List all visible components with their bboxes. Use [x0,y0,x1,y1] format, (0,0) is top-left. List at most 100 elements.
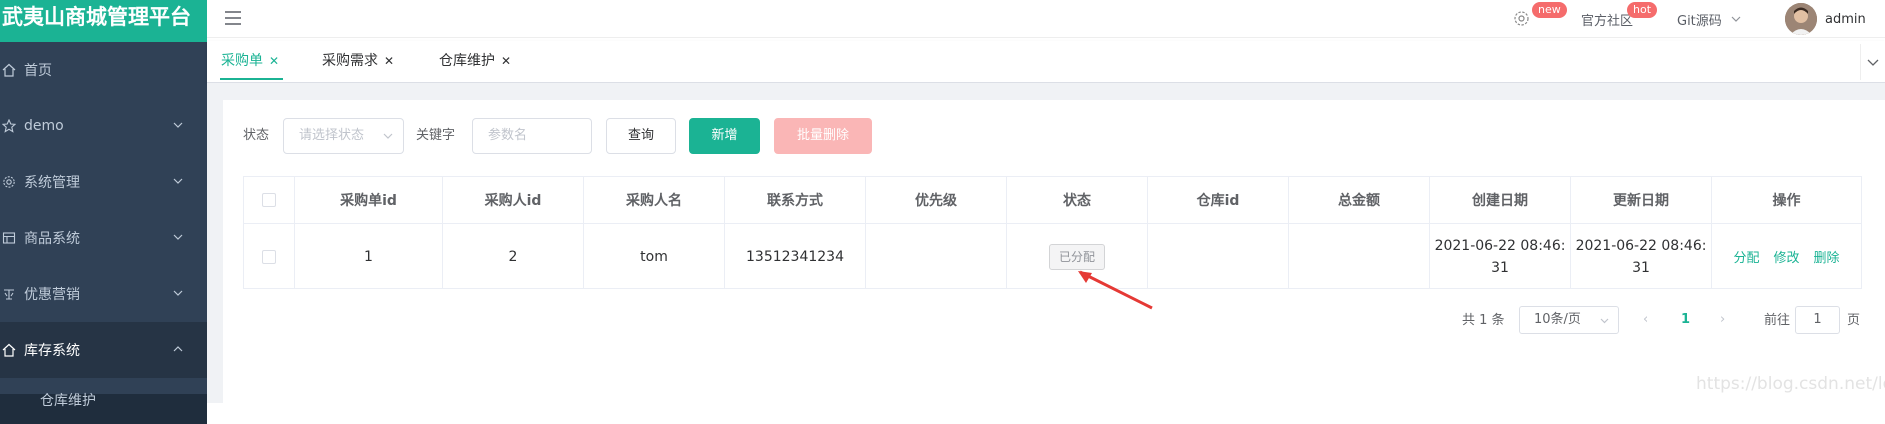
page-size-value: 10条/页 [1534,312,1581,327]
tab-purchase-demand[interactable]: 采购需求 ✕ [322,41,394,81]
cell-created-date: 2021-06-22 08:46: 31 [1430,224,1571,289]
sidebar-item-label: 优惠营销 [24,287,80,303]
add-button[interactable]: 新增 [689,118,760,154]
sidebar-subitem-warehouse[interactable]: 仓库维护 [0,394,207,424]
sidebar-item-label: 商品系统 [24,231,80,247]
watermark: https://blog.csdn.net/lovoo [1696,374,1885,394]
git-source-label: Git源码 [1677,13,1722,29]
chevron-down-icon [173,178,183,184]
home-icon [2,343,16,357]
cell-priority [866,224,1007,289]
grid-icon [2,231,16,245]
sidebar-item-label: 库存系统 [24,343,80,359]
edit-link[interactable]: 修改 [1773,247,1799,266]
tab-warehouse[interactable]: 仓库维护 ✕ [439,41,511,81]
tab-purchase-order[interactable]: 采购单 ✕ [221,41,279,81]
keyword-label: 关键字 [416,128,456,143]
cell-total [1289,224,1430,289]
sidebar-item-system[interactable]: 系统管理 [0,154,207,210]
cell-buyer-name: tom [584,224,725,289]
column-header[interactable]: 总金额 [1289,177,1430,224]
goto-page-input[interactable]: 1 [1795,306,1840,334]
sidebar: 武夷山商城管理平台 首页 demo 系统管理 商品系统 优惠营销 库存系统 仓库… [0,0,207,424]
star-icon [2,119,16,133]
page-suffix: 页 [1847,313,1861,328]
close-icon[interactable]: ✕ [384,54,394,68]
column-header[interactable]: 仓库id [1148,177,1289,224]
batch-delete-button[interactable]: 批量删除 [774,118,872,154]
goto-label: 前往 [1764,313,1791,328]
sidebar-item-label: 首页 [24,63,52,79]
keyword-input-placeholder: 参数名 [488,128,528,143]
community-link[interactable]: 官方社区 [1581,0,1633,38]
status-label: 状态 [243,128,270,143]
prev-page-button[interactable]: ‹ [1643,313,1648,327]
delete-link[interactable]: 删除 [1814,247,1840,266]
close-icon[interactable]: ✕ [501,54,511,68]
page-number-current[interactable]: 1 [1681,313,1690,327]
column-header[interactable]: 采购人名 [584,177,725,224]
hamburger-icon[interactable] [224,10,242,26]
sidebar-item-home[interactable]: 首页 [0,42,207,98]
annotation-arrow [1078,270,1153,310]
chevron-down-icon [173,122,183,128]
tab-label: 采购需求 [322,53,378,69]
pagination-total: 共 1 条 [1462,313,1505,328]
sidebar-item-inventory[interactable]: 库存系统 [0,322,207,378]
app-title: 武夷山商城管理平台 [0,0,207,42]
column-header[interactable]: 状态 [1007,177,1148,224]
close-icon[interactable]: ✕ [269,54,279,68]
home-icon [2,63,16,77]
cell-purchase-id: 1 [295,224,443,289]
page-size-select[interactable]: 10条/页 [1519,306,1619,334]
column-header[interactable]: 联系方式 [725,177,866,224]
keyword-input[interactable]: 参数名 [472,118,592,154]
tab-label: 采购单 [221,53,263,69]
gear-icon [2,175,16,189]
column-header[interactable]: 更新日期 [1571,177,1712,224]
cell-updated-date: 2021-06-22 08:46: 31 [1571,224,1712,289]
select-all-cell [244,177,295,224]
cell-warehouse-id [1148,224,1289,289]
column-header[interactable]: 采购单id [295,177,443,224]
next-page-button[interactable]: › [1720,313,1725,327]
row-checkbox[interactable] [262,249,276,264]
sidebar-item-label: demo [24,118,64,134]
active-tab-indicator [220,78,283,80]
created-date-line2: 31 [1491,259,1509,276]
avatar[interactable] [1785,3,1817,35]
status-select[interactable]: 请选择状态 [283,118,404,154]
select-all-checkbox[interactable] [262,193,276,207]
row-select-cell [244,224,295,289]
sidebar-item-marketing[interactable]: 优惠营销 [0,266,207,322]
assign-link[interactable]: 分配 [1733,247,1759,266]
settings-gear-icon[interactable] [1513,10,1530,27]
new-badge: new [1532,2,1567,18]
column-header[interactable]: 采购人id [443,177,584,224]
chevron-down-icon [1731,16,1741,22]
status-select-placeholder: 请选择状态 [299,128,365,143]
hot-badge: hot [1627,2,1658,18]
cell-operations: 分配 修改 删除 [1712,224,1861,289]
updated-date-line2: 31 [1632,259,1650,276]
chevron-down-icon [1600,318,1609,324]
query-button[interactable]: 查询 [606,118,676,154]
git-source-link[interactable]: Git源码 [1677,0,1741,38]
sidebar-item-demo[interactable]: demo [0,98,207,154]
created-date-line1: 2021-06-22 08:46: [1434,237,1566,254]
updated-date-line1: 2021-06-22 08:46: [1575,237,1707,254]
chevron-down-icon [173,290,183,296]
column-header[interactable]: 优先级 [866,177,1007,224]
chevron-down-icon [1867,59,1879,66]
username[interactable]: admin [1825,0,1866,38]
sidebar-item-product[interactable]: 商品系统 [0,210,207,266]
chevron-down-icon [383,133,393,139]
tab-label: 仓库维护 [439,53,495,69]
column-header: 操作 [1712,177,1861,224]
tools-icon [2,287,16,301]
cell-phone: 13512341234 [725,224,866,289]
tags-dropdown-button[interactable] [1860,44,1885,80]
column-header[interactable]: 创建日期 [1430,177,1571,224]
chevron-down-icon [173,234,183,240]
chevron-up-icon [173,346,183,352]
